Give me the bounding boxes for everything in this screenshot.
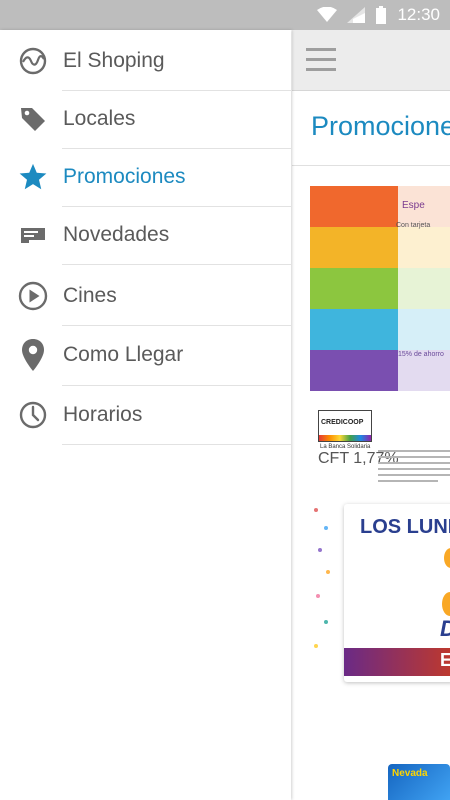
- star-icon: [18, 162, 48, 192]
- drawer-item-label: Locales: [63, 107, 136, 130]
- cft-text: CFT 1,77%: [318, 450, 399, 467]
- navigation-drawer: El Shoping Locales Promociones Novedades…: [0, 30, 291, 800]
- drawer-item-como-llegar[interactable]: Como Llegar: [0, 326, 291, 384]
- drawer-item-label: El Shoping: [63, 49, 165, 72]
- tag-icon: [18, 104, 48, 134]
- drawer-item-label: Promociones: [63, 165, 186, 188]
- promo-card-credicoop[interactable]: Espe Con tarjeta 15% de ahorro CREDICOOP…: [310, 186, 450, 482]
- drawer-item-locales[interactable]: Locales: [0, 90, 291, 148]
- drawer-item-label: Horarios: [63, 403, 143, 426]
- divider: [62, 444, 291, 445]
- status-bar: 12:30: [0, 0, 450, 30]
- promo-band: [344, 648, 450, 676]
- play-icon: [18, 281, 48, 311]
- battery-icon: [376, 6, 387, 24]
- drawer-item-label: Cines: [63, 284, 117, 307]
- status-icons: 12:30: [317, 0, 440, 30]
- globe-icon: [18, 46, 48, 76]
- promo-discount: 15% de ahorro: [398, 351, 444, 358]
- drawer-item-promociones[interactable]: Promociones: [0, 148, 291, 206]
- signal-icon: [347, 7, 366, 23]
- news-icon: [18, 220, 48, 250]
- page-header: Promociones: [292, 91, 450, 166]
- clock-icon: [18, 400, 48, 430]
- promo-subline: Con tarjeta: [396, 222, 431, 229]
- promo-headline: Espe: [402, 200, 425, 211]
- drawer-item-novedades[interactable]: Novedades: [0, 206, 291, 264]
- drawer-item-cines[interactable]: Cines: [0, 267, 291, 325]
- wifi-icon: [317, 7, 338, 22]
- page-title: Promociones: [311, 111, 450, 141]
- drawer-item-horarios[interactable]: Horarios: [0, 386, 291, 444]
- hamburger-menu-icon[interactable]: [306, 48, 336, 72]
- promo-headline: LOS LUNE: [360, 516, 450, 538]
- drawer-item-el-shoping[interactable]: El Shoping: [0, 32, 291, 90]
- drawer-item-label: Como Llegar: [63, 343, 184, 366]
- drawer-item-label: Novedades: [63, 223, 170, 246]
- promo-feed: Espe Con tarjeta 15% de ahorro CREDICOOP…: [292, 166, 450, 800]
- status-time: 12:30: [397, 5, 440, 24]
- app-content: Promociones Espe Con tarjeta 15% de ahor…: [292, 30, 450, 800]
- credicoop-logo: CREDICOOP: [318, 410, 372, 442]
- divider: [62, 264, 291, 265]
- nevada-card-label: Nevada: [392, 768, 428, 779]
- brand-initial: D: [440, 616, 450, 642]
- promo-band-text: E: [440, 650, 450, 670]
- app-toolbar: [292, 30, 450, 91]
- location-pin-icon: [18, 339, 48, 371]
- promo-card-lunes[interactable]: LOS LUNE D E: [310, 504, 450, 694]
